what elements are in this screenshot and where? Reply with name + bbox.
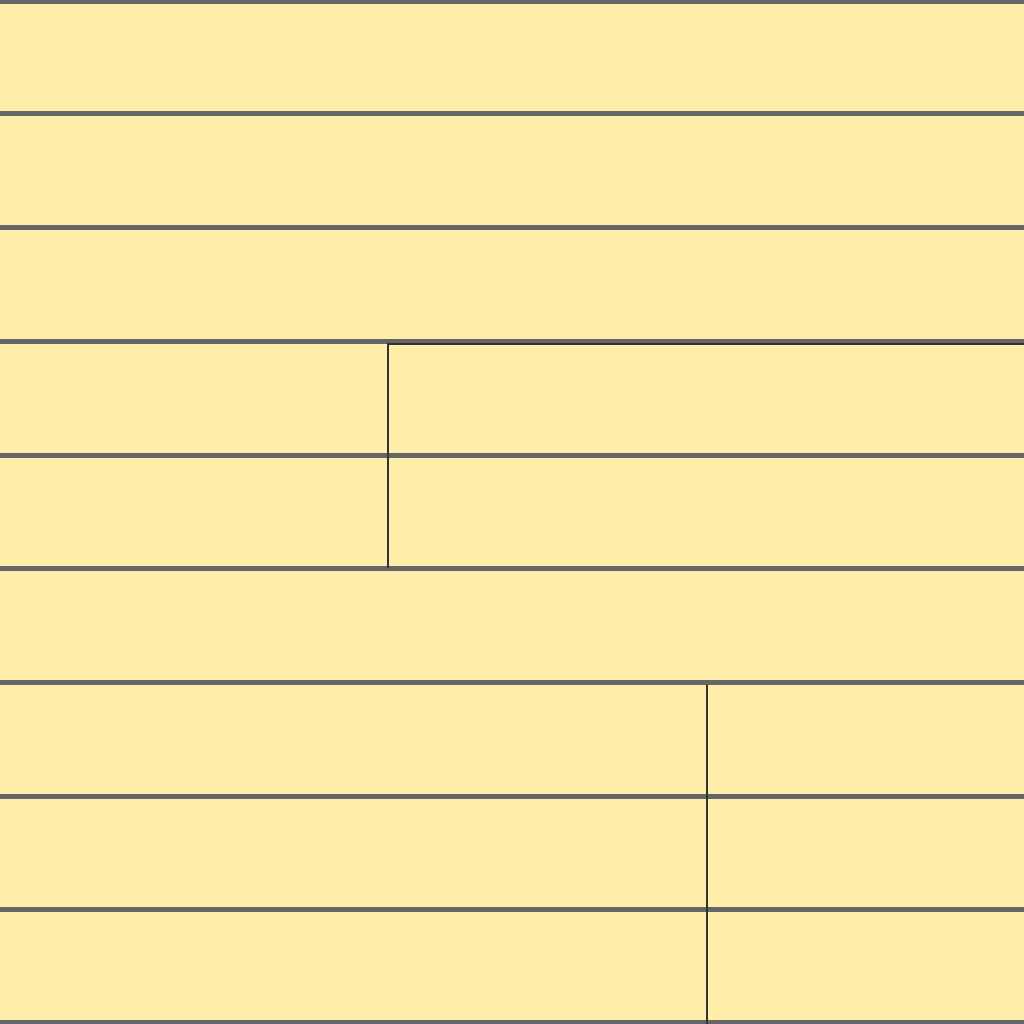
horizontal-rule (0, 1020, 1024, 1024)
horizontal-rule (0, 453, 1024, 458)
lower-vertical-divider (706, 685, 708, 1024)
horizontal-rule (0, 566, 1024, 571)
horizontal-rule (0, 0, 1024, 4)
horizontal-rule (0, 680, 1024, 685)
horizontal-rule (0, 907, 1024, 912)
horizontal-rule (0, 225, 1024, 230)
horizontal-rule (0, 111, 1024, 116)
horizontal-rule (0, 794, 1024, 799)
upper-vertical-divider (387, 344, 389, 568)
lined-pattern-canvas (0, 0, 1024, 1024)
upper-block-top-edge (387, 343, 1024, 345)
